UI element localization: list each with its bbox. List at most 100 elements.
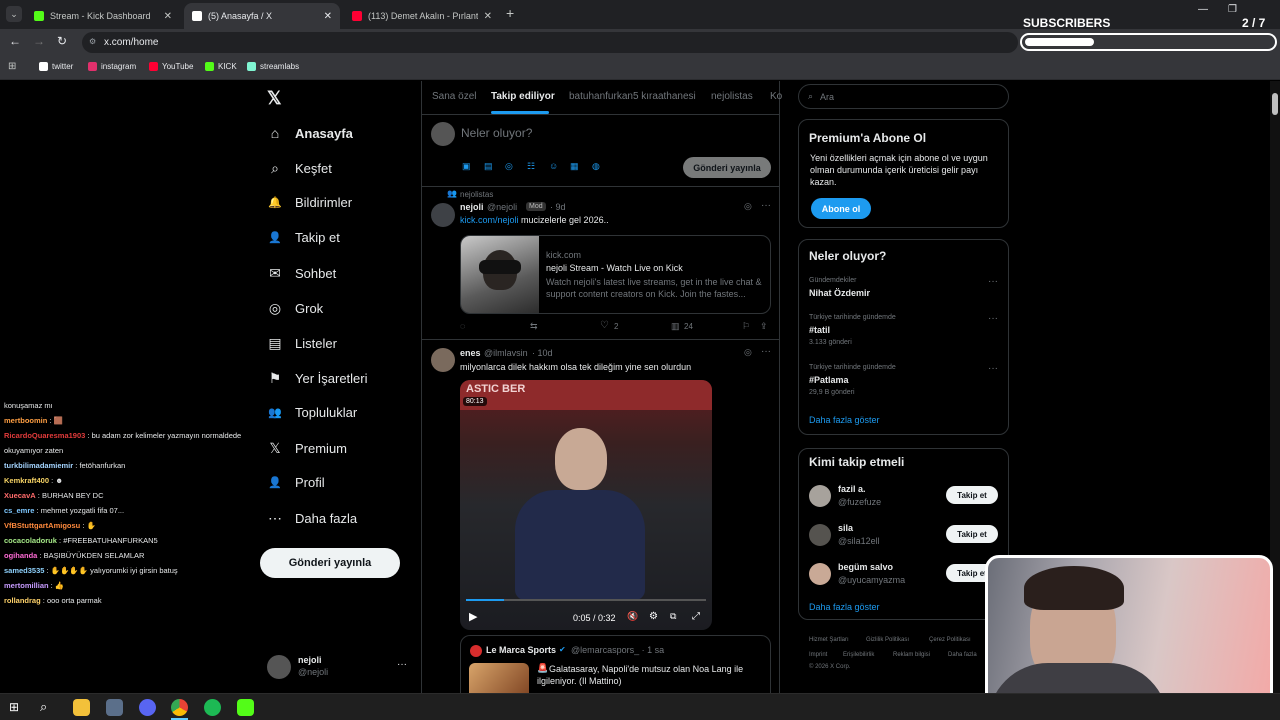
footer-link-terms[interactable]: Hizmet Şartları [809, 637, 849, 643]
more-icon[interactable]: ··· [988, 313, 998, 324]
forward-icon[interactable]: → [33, 34, 45, 48]
nav-profile[interactable]: 👤 Profil [266, 475, 324, 490]
footer-link-more[interactable]: Daha fazla [948, 652, 977, 658]
follow-suggestion[interactable]: fazil a. @fuzefuze Takip et [799, 483, 1008, 511]
discord-icon[interactable] [139, 699, 156, 716]
compose-post-button[interactable]: Gönderi yayınla [683, 157, 771, 178]
minimize-window-icon[interactable]: — [1198, 4, 1208, 15]
post-button[interactable]: Gönderi yayınla [260, 548, 400, 578]
quote-author[interactable]: Le Marca Sports [486, 645, 556, 655]
repost-icon[interactable]: ⇆ [530, 321, 538, 332]
nav-grok[interactable]: ◎ Grok [266, 300, 323, 317]
grok-compose-icon[interactable]: ◎ [505, 161, 513, 172]
close-tab-icon[interactable]: ✕ [324, 11, 332, 22]
footer-link-ads[interactable]: Reklam bilgisi [893, 652, 930, 658]
grok-icon[interactable]: ◎ [744, 201, 752, 212]
tab-list-nejolistas[interactable]: nejolistas [711, 91, 753, 102]
picture-in-picture-icon[interactable]: ⧉ [670, 611, 676, 622]
chrome-icon[interactable] [171, 699, 188, 716]
link-card[interactable]: kick.com nejoli Stream - Watch Live on K… [460, 235, 771, 314]
nav-home[interactable]: ⌂ Anasayfa [266, 125, 353, 141]
footer-link-privacy[interactable]: Gizlilik Politikası [866, 637, 909, 643]
play-icon[interactable]: ▶ [469, 610, 477, 623]
poll-icon[interactable]: ☷ [527, 161, 535, 172]
browser-tab-x[interactable]: (5) Anasayfa / X ✕ [184, 3, 340, 29]
mute-icon[interactable]: 🔇 [627, 611, 638, 622]
tweet[interactable]: enes @ilmlavsin · 10d ◎ ··· milyonlarca … [422, 340, 780, 693]
trend-item[interactable]: Türkiye tarihinde gündemde #Patlama 29,9… [799, 361, 1008, 401]
bookmark-icon[interactable]: ⚐ [742, 321, 750, 332]
tab-list-kiraathane[interactable]: batuhanfurkan5 kıraathanesi [569, 91, 696, 102]
follow-button[interactable]: Takip et [946, 525, 998, 543]
account-switcher[interactable]: nejoli @nejoli ··· [264, 653, 414, 681]
browser-tab-youtube[interactable]: (113) Demet Akalın - Pırlanta - ✕ [344, 3, 500, 29]
file-explorer-icon[interactable] [73, 699, 90, 716]
reply-icon[interactable]: ◌ [460, 321, 465, 331]
app-icon[interactable] [106, 699, 123, 716]
footer-link-accessibility[interactable]: Erişilebilirlik [843, 652, 874, 658]
more-icon[interactable]: ··· [761, 346, 771, 357]
media-icon[interactable]: ▣ [462, 161, 471, 172]
gif-icon[interactable]: ▤ [484, 161, 493, 172]
close-tab-icon[interactable]: ✕ [164, 11, 172, 22]
bookmark-kick[interactable]: KICK [205, 62, 237, 71]
trend-item[interactable]: Gündemdekiler Nihat Özdemir ··· [799, 274, 1008, 308]
nav-premium[interactable]: 𝕏 Premium [266, 440, 347, 457]
restore-window-icon[interactable]: ❐ [1228, 4, 1237, 15]
quoted-tweet[interactable]: Le Marca Sports ✔ @lemarcaspors_ · 1 sa … [460, 635, 771, 693]
new-tab-button[interactable]: + [506, 5, 514, 21]
spotify-icon[interactable] [204, 699, 221, 716]
x-logo-icon[interactable]: 𝕏 [267, 88, 282, 109]
footer-link-imprint[interactable]: Imprint [809, 652, 827, 658]
compose-input[interactable]: Neler oluyor? [461, 126, 532, 140]
tab-search-icon[interactable]: ⌄ [6, 6, 22, 22]
trend-item[interactable]: Türkiye tarihinde gündemde #tatil 3.133 … [799, 311, 1008, 351]
grok-icon[interactable]: ◎ [744, 347, 752, 358]
nav-messages[interactable]: ✉ Sohbet [266, 265, 336, 282]
more-icon[interactable]: ··· [397, 659, 407, 670]
tab-for-you[interactable]: Sana özel [432, 91, 476, 102]
views-icon[interactable]: ▥ [671, 321, 680, 332]
nav-notifications[interactable]: 🔔 Bildirimler [266, 195, 352, 210]
bookmark-twitter[interactable]: twitter [39, 62, 73, 71]
reload-icon[interactable]: ↻ [57, 34, 67, 48]
address-bar[interactable]: ⚙ x.com/home [82, 32, 1018, 53]
location-icon[interactable]: ◍ [592, 161, 600, 172]
settings-gear-icon[interactable]: ⚙ [649, 611, 658, 622]
avatar[interactable] [431, 348, 455, 372]
scrollbar-thumb[interactable] [1272, 93, 1278, 115]
follow-suggestion[interactable]: sila @sila12ell Takip et [799, 522, 1008, 550]
nav-explore[interactable]: ⌕ Keşfet [266, 160, 332, 177]
subscribe-button[interactable]: Abone ol [811, 198, 871, 219]
avatar[interactable] [431, 203, 455, 227]
bookmark-youtube[interactable]: YouTube [149, 62, 193, 71]
site-info-icon[interactable]: ⚙ [89, 37, 96, 46]
bookmark-streamlabs[interactable]: streamlabs [247, 62, 299, 71]
tab-list-more[interactable]: Ko [770, 91, 782, 102]
kick-app-icon[interactable] [237, 699, 254, 716]
fullscreen-icon[interactable]: ⤢ [692, 611, 700, 622]
share-icon[interactable]: ⇪ [760, 321, 768, 332]
emoji-icon[interactable]: ☺ [549, 161, 558, 171]
apps-grid-icon[interactable]: ⊞ [8, 61, 16, 72]
more-icon[interactable]: ··· [761, 200, 771, 211]
tweet-author[interactable]: nejoli [460, 202, 484, 212]
tweet-link[interactable]: kick.com/nejoli [460, 215, 519, 225]
close-tab-icon[interactable]: ✕ [484, 11, 492, 22]
tweet-context[interactable]: nejolistas [460, 190, 493, 199]
follow-button[interactable]: Takip et [946, 486, 998, 504]
tab-following[interactable]: Takip ediliyor [491, 91, 555, 102]
windows-start-icon[interactable]: ⊞ [9, 700, 19, 714]
tweet[interactable]: 👥 nejolistas nejoli @nejoli Mod · 9d ◎ ·… [422, 187, 780, 339]
browser-tab-kick[interactable]: Stream - Kick Dashboard ✕ [26, 3, 180, 29]
follow-show-more-link[interactable]: Daha fazla göster [809, 602, 880, 612]
like-icon[interactable]: ♡ [600, 320, 609, 331]
bookmark-instagram[interactable]: instagram [88, 62, 136, 71]
nav-lists[interactable]: ▤ Listeler [266, 335, 337, 352]
more-icon[interactable]: ··· [988, 363, 998, 374]
schedule-icon[interactable]: ▦ [570, 161, 579, 172]
nav-follow[interactable]: 👤 Takip et [266, 230, 340, 245]
back-icon[interactable]: ← [9, 34, 21, 48]
more-icon[interactable]: ··· [988, 276, 998, 287]
trends-show-more-link[interactable]: Daha fazla göster [809, 415, 880, 425]
